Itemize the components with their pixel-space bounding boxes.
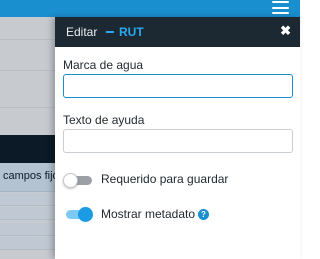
watermark-input[interactable]	[63, 74, 293, 98]
table-row	[0, 193, 55, 206]
column-header-label: campos fijo	[3, 170, 55, 182]
question-icon[interactable]: ?	[198, 209, 209, 220]
background-page: campos fijo	[0, 17, 55, 259]
show-metadata-toggle-label: Mostrar metadato	[101, 207, 196, 221]
toggle-knob	[63, 173, 78, 188]
divider	[0, 107, 55, 108]
close-icon[interactable]: ✖	[280, 24, 291, 38]
panel-header: Editar RUT ✖	[55, 17, 300, 47]
help-text-label: Texto de ayuda	[63, 113, 145, 127]
table-row	[0, 237, 55, 250]
required-toggle-label: Requerido para guardar	[101, 172, 229, 186]
edit-panel: Editar RUT ✖ Marca de agua Texto de ayud…	[55, 17, 300, 259]
watermark-label: Marca de agua	[63, 58, 144, 72]
help-text-input[interactable]	[63, 129, 293, 153]
required-toggle[interactable]	[63, 173, 93, 188]
divider	[0, 39, 55, 40]
top-bar	[0, 0, 300, 17]
divider	[0, 70, 55, 71]
panel-subject: RUT	[119, 25, 144, 39]
table-row	[0, 223, 55, 236]
panel-title: Editar	[66, 25, 98, 39]
table-toolbar	[0, 135, 55, 163]
show-metadata-toggle[interactable]	[63, 207, 93, 222]
menu-icon[interactable]	[272, 1, 289, 14]
title-separator	[106, 31, 114, 33]
toggle-knob	[78, 207, 93, 222]
column-header: campos fijo	[0, 163, 55, 192]
table-row	[0, 207, 55, 220]
